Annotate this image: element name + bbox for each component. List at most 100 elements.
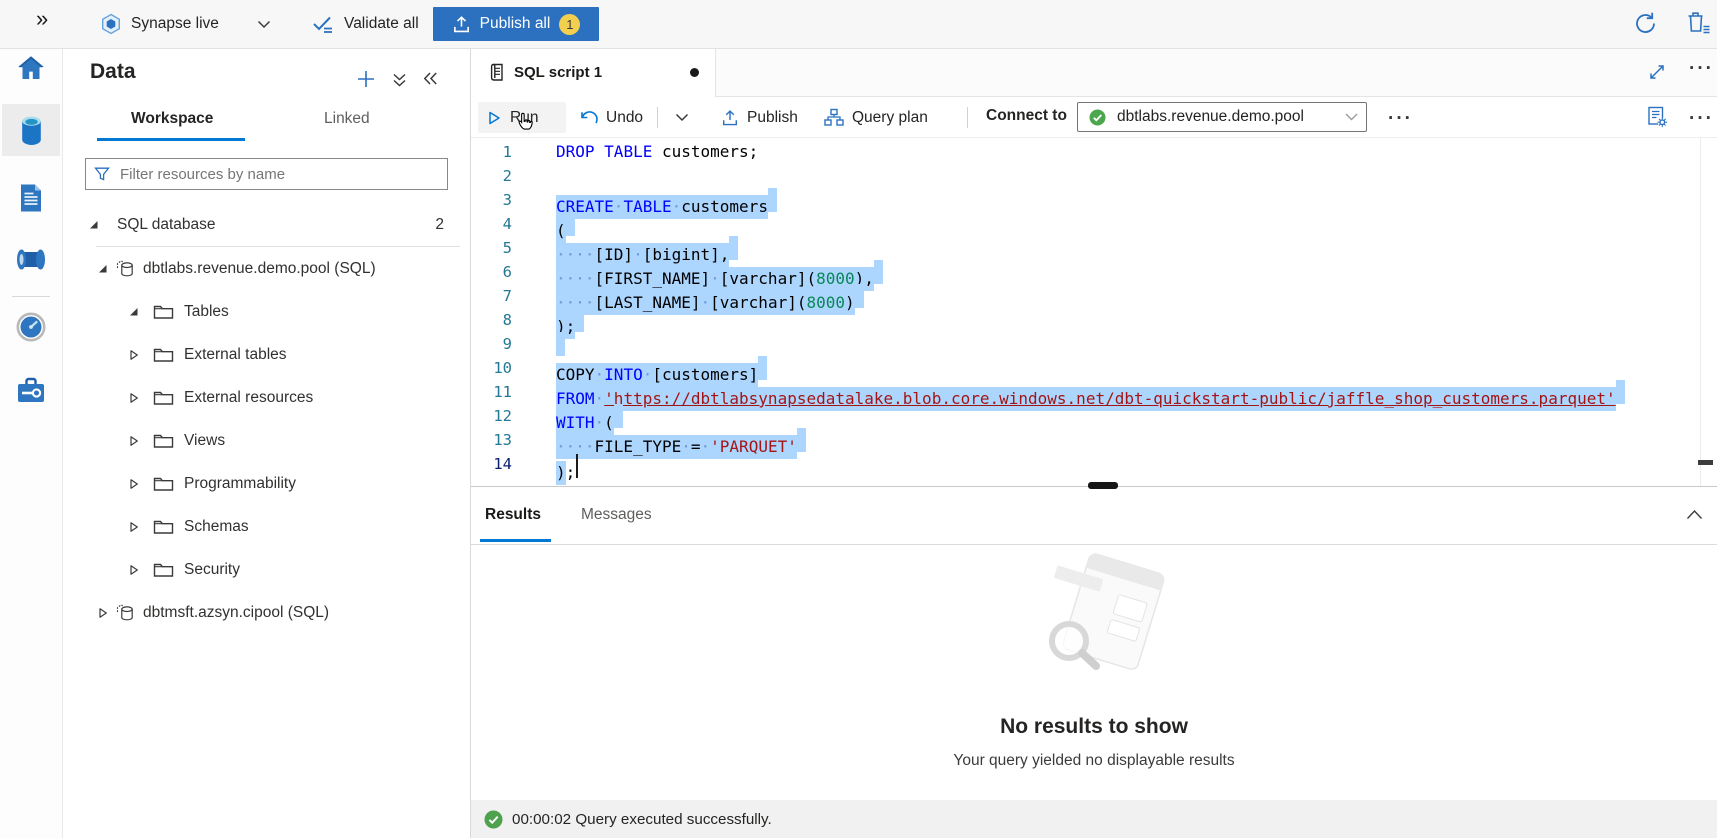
tree-item-label: Tables xyxy=(184,303,229,321)
code-line-9[interactable]: 9 xyxy=(471,332,1717,356)
validate-check-icon xyxy=(311,13,335,35)
refresh-icon[interactable] xyxy=(1632,10,1659,37)
collapse-results-icon[interactable] xyxy=(1686,509,1703,520)
add-resource-icon[interactable] xyxy=(357,70,375,88)
tab-more-options[interactable]: ··· xyxy=(1689,59,1714,78)
tab-workspace[interactable]: Workspace xyxy=(131,110,213,128)
expand-editor-icon[interactable] xyxy=(1648,63,1666,81)
panel-title: Data xyxy=(90,60,136,84)
database-icon xyxy=(115,603,135,623)
code-line-3[interactable]: 3CREATE·TABLE·customers xyxy=(471,188,1717,212)
script-properties-icon[interactable] xyxy=(1646,105,1669,129)
pool-selector-dropdown[interactable]: dbtlabs.revenue.demo.pool xyxy=(1077,102,1367,132)
no-results-illustration xyxy=(1016,553,1186,703)
synapse-studio-window: » Synapse live Validate all Publish all … xyxy=(0,0,1717,838)
chevron-expanded-icon[interactable] xyxy=(97,263,108,274)
publish-all-button[interactable]: Publish all 1 xyxy=(433,7,599,41)
chevron-collapsed-icon[interactable] xyxy=(128,564,139,576)
gauge-icon xyxy=(16,312,46,342)
tree-item-schemas[interactable]: Schemas xyxy=(62,505,470,548)
chevron-collapsed-icon[interactable] xyxy=(128,349,139,361)
chevron-expanded-icon[interactable] xyxy=(88,219,99,230)
code-line-13[interactable]: 13····FILE_TYPE·=·'PARQUET' xyxy=(471,428,1717,452)
double-chevron-down-icon[interactable] xyxy=(392,72,407,88)
toolbar-right-more-options[interactable]: ··· xyxy=(1689,109,1714,128)
folder-icon xyxy=(153,518,174,535)
nav-develop[interactable] xyxy=(0,176,62,220)
chevron-collapsed-icon[interactable] xyxy=(128,392,139,404)
results-empty-state: No results to show Your query yielded no… xyxy=(471,545,1717,800)
publish-count-badge: 1 xyxy=(559,14,580,35)
code-line-11[interactable]: 11FROM·'https://dbtlabsynapsedatalake.bl… xyxy=(471,380,1717,404)
tree-item-external-resources[interactable]: External resources xyxy=(62,376,470,419)
workspace-mode-selector[interactable]: Synapse live xyxy=(100,0,219,48)
expand-menu-icon[interactable]: » xyxy=(36,8,48,30)
chevron-collapsed-icon[interactable] xyxy=(128,478,139,490)
discard-trash-icon[interactable] xyxy=(1684,9,1712,37)
tab-linked[interactable]: Linked xyxy=(324,110,370,128)
chevron-expanded-icon[interactable] xyxy=(128,306,139,317)
filter-resources-input[interactable] xyxy=(118,165,439,184)
nav-integrate[interactable] xyxy=(0,237,62,281)
sash-drag-handle[interactable] xyxy=(1088,482,1118,489)
tree-item-security[interactable]: Security xyxy=(62,548,470,591)
connect-to-label: Connect to xyxy=(986,107,1067,125)
top-command-bar: » Synapse live Validate all Publish all … xyxy=(0,0,1717,49)
editor-scrollbar-track[interactable] xyxy=(1700,138,1701,486)
home-icon xyxy=(16,54,46,82)
validate-all-label: Validate all xyxy=(344,15,419,33)
tree-item-dbtlabs-revenue-demo-pool-sql[interactable]: dbtlabs.revenue.demo.pool (SQL) xyxy=(62,247,470,290)
code-line-2[interactable]: 2 xyxy=(471,164,1717,188)
run-options-dropdown[interactable] xyxy=(667,102,697,133)
collapse-panel-icon[interactable] xyxy=(422,71,438,86)
tree-item-sql-database[interactable]: SQL database2 xyxy=(62,203,470,246)
chevron-down-icon xyxy=(675,113,689,122)
nav-home[interactable] xyxy=(0,46,62,90)
tree-item-external-tables[interactable]: External tables xyxy=(62,333,470,376)
chevron-collapsed-icon[interactable] xyxy=(97,607,108,619)
chevron-down-icon[interactable] xyxy=(257,20,271,29)
code-line-6[interactable]: 6····[FIRST_NAME]·[varchar](8000), xyxy=(471,260,1717,284)
undo-button[interactable]: Undo xyxy=(571,102,651,133)
tree-item-label: External resources xyxy=(184,389,313,407)
tree-item-label: Schemas xyxy=(184,518,249,536)
tree-item-label: Security xyxy=(184,561,240,579)
run-button[interactable]: Run xyxy=(478,102,566,133)
document-tab-strip: SQL script 1 ··· xyxy=(471,48,1717,97)
code-line-10[interactable]: 10COPY·INTO·[customers] xyxy=(471,356,1717,380)
sql-script-tab[interactable]: SQL script 1 xyxy=(471,48,716,97)
tree-item-label: Programmability xyxy=(184,475,296,493)
folder-icon xyxy=(153,432,174,449)
funnel-icon xyxy=(94,166,110,182)
upload-icon xyxy=(452,15,471,34)
nav-manage[interactable] xyxy=(0,368,62,412)
publish-all-label: Publish all xyxy=(480,15,551,33)
code-line-1[interactable]: 1DROP TABLE customers; xyxy=(471,140,1717,164)
tree-item-programmability[interactable]: Programmability xyxy=(62,462,470,505)
tree-item-tables[interactable]: Tables xyxy=(62,290,470,333)
tree-item-views[interactable]: Views xyxy=(62,419,470,462)
undo-icon xyxy=(579,109,598,126)
code-line-5[interactable]: 5····[ID]·[bigint], xyxy=(471,236,1717,260)
folder-icon xyxy=(153,561,174,578)
tab-results[interactable]: Results xyxy=(485,506,541,524)
code-line-7[interactable]: 7····[LAST_NAME]·[varchar](8000) xyxy=(471,284,1717,308)
nav-monitor[interactable] xyxy=(0,305,62,349)
query-plan-button[interactable]: Query plan xyxy=(816,102,936,133)
success-check-icon xyxy=(484,810,503,829)
pool-name: dbtlabs.revenue.demo.pool xyxy=(1117,108,1334,126)
database-cylinder-icon xyxy=(18,115,45,146)
toolbar-separator xyxy=(657,107,658,128)
toolbar-more-options[interactable]: ··· xyxy=(1388,109,1413,128)
nav-data[interactable] xyxy=(0,108,62,152)
chevron-collapsed-icon[interactable] xyxy=(128,521,139,533)
chevron-collapsed-icon[interactable] xyxy=(128,435,139,447)
sql-code-editor[interactable]: 1DROP TABLE customers;23CREATE·TABLE·cus… xyxy=(471,138,1717,486)
tree-item-dbtmsft-azsyn-cipool-sql[interactable]: dbtmsft.azsyn.cipool (SQL) xyxy=(62,591,470,634)
publish-button[interactable]: Publish xyxy=(713,102,806,133)
left-nav-rail xyxy=(0,48,63,838)
tab-messages[interactable]: Messages xyxy=(581,506,652,524)
tree-item-label: Views xyxy=(184,432,225,450)
folder-icon xyxy=(153,389,174,406)
validate-all-button[interactable]: Validate all xyxy=(311,0,419,48)
